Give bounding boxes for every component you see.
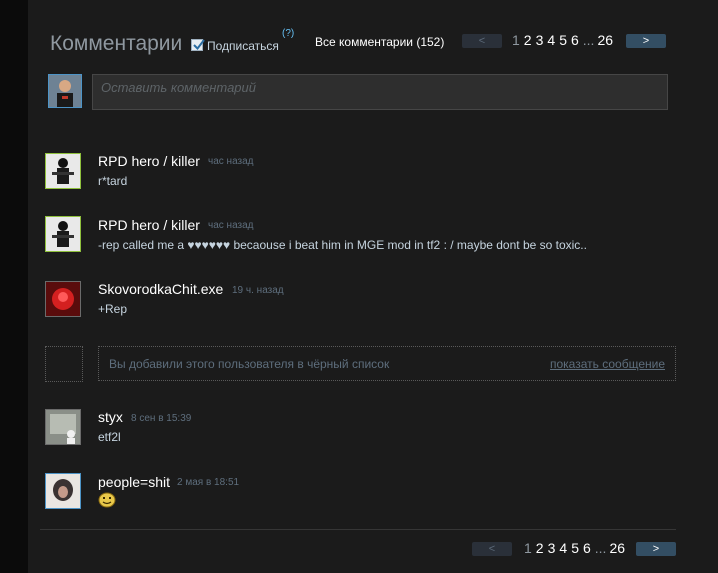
page-link[interactable]: 4 <box>559 540 567 556</box>
comments-divider <box>40 529 676 530</box>
page-link-last[interactable]: 26 <box>597 32 613 48</box>
page-link[interactable]: 3 <box>536 32 544 48</box>
comment-time: 8 сен в 15:39 <box>131 413 192 424</box>
comment-author[interactable]: styx <box>98 409 123 425</box>
comment-author[interactable]: SkovorodkaChit.exe <box>98 281 223 297</box>
page-link[interactable]: 3 <box>548 540 556 556</box>
top-pager: < 1 2 3 4 5 6... 26 > <box>462 32 668 48</box>
figure-avatar-icon <box>46 410 80 444</box>
page-link[interactable]: 6 <box>571 32 579 48</box>
prev-page-button[interactable]: < <box>472 542 512 556</box>
page-link[interactable]: 4 <box>547 32 555 48</box>
subscribe-help-link[interactable]: (?) <box>282 28 294 39</box>
soldier-avatar-icon <box>46 217 80 251</box>
comments-title: Комментарии <box>50 32 183 55</box>
my-avatar[interactable] <box>48 74 82 108</box>
user-avatar-icon <box>49 75 81 107</box>
comment-avatar[interactable] <box>45 153 81 189</box>
comment-time: час назад <box>208 220 254 231</box>
page-link[interactable]: 5 <box>559 32 567 48</box>
comment-avatar[interactable] <box>45 473 81 509</box>
comment-input[interactable] <box>93 75 667 109</box>
prev-page-button[interactable]: < <box>462 34 502 48</box>
comment-author[interactable]: people=shit <box>98 474 170 490</box>
soldier-avatar-icon <box>46 154 80 188</box>
blocked-comment: Вы добавили этого пользователя в чёрный … <box>98 346 676 381</box>
comment-text: +Rep <box>98 302 128 316</box>
page-current: 1 <box>524 540 532 556</box>
page-ellipsis: ... <box>582 32 595 48</box>
page-link[interactable]: 6 <box>583 540 591 556</box>
page-link-last[interactable]: 26 <box>609 540 625 556</box>
subscribe-label[interactable]: Подписаться <box>207 39 279 53</box>
portrait-avatar-icon <box>46 474 80 508</box>
comment-author[interactable]: RPD hero / killer <box>98 153 200 169</box>
comment-avatar[interactable] <box>45 281 81 317</box>
comment-text: r*tard <box>98 174 128 188</box>
page-link[interactable]: 2 <box>524 32 532 48</box>
blocked-avatar-placeholder <box>45 346 83 382</box>
comment-time: 19 ч. назад <box>232 285 284 296</box>
page-link[interactable]: 2 <box>536 540 544 556</box>
comment-text: etf2l <box>98 430 121 444</box>
all-comments-link[interactable]: Все комментарии (152) <box>315 35 444 49</box>
checkmark-icon <box>193 39 205 51</box>
subscribe-checkbox[interactable] <box>191 39 205 51</box>
comment-text: -rep called me a ♥♥♥♥♥♥ becaouse i beat … <box>98 238 587 252</box>
blocked-notice: Вы добавили этого пользователя в чёрный … <box>109 357 390 371</box>
comment-avatar[interactable] <box>45 216 81 252</box>
comment-avatar[interactable] <box>45 409 81 445</box>
bottom-pager: < 1 2 3 4 5 6... 26 > <box>472 540 678 556</box>
next-page-button[interactable]: > <box>636 542 676 556</box>
comment-time: 2 мая в 18:51 <box>177 477 240 488</box>
page-current: 1 <box>512 32 520 48</box>
comment-time: час назад <box>208 156 254 167</box>
comment-author[interactable]: RPD hero / killer <box>98 217 200 233</box>
red-face-avatar-icon <box>46 282 80 316</box>
smiley-emoticon-icon <box>98 492 116 508</box>
page-ellipsis: ... <box>594 540 607 556</box>
next-page-button[interactable]: > <box>626 34 666 48</box>
comment-input-box[interactable] <box>92 74 668 110</box>
show-message-link[interactable]: показать сообщение <box>550 357 665 371</box>
page-link[interactable]: 5 <box>571 540 579 556</box>
